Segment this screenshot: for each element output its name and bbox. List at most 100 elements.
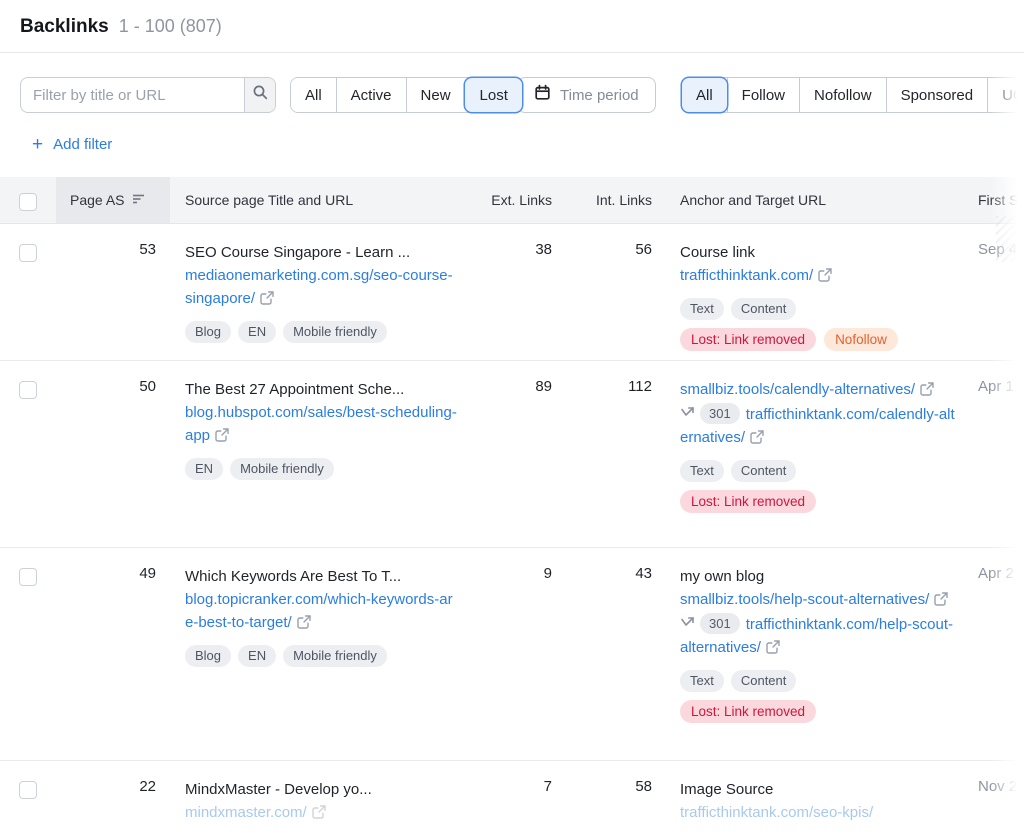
row-checkbox[interactable]: [19, 781, 37, 799]
int-links-value: 58: [565, 761, 665, 840]
status-tab-active[interactable]: Active: [336, 78, 406, 112]
nofollow-badge: Nofollow: [824, 328, 898, 351]
status-tab-all[interactable]: All: [291, 78, 336, 112]
int-links-value: 56: [565, 224, 665, 360]
target-url-link[interactable]: trafficthinktank.com/seo-kpis/: [680, 804, 873, 821]
tag: Blog: [185, 645, 231, 667]
status-tab-new[interactable]: New: [406, 78, 465, 112]
tag: Mobile friendly: [283, 645, 387, 667]
page-title: Backlinks: [20, 16, 109, 38]
target-url-link[interactable]: trafficthinktank.com/: [680, 267, 813, 284]
column-header-first-seen[interactable]: First Seen: [965, 177, 1024, 223]
first-seen-value: Apr 2: [965, 548, 1024, 760]
tag: Mobile friendly: [230, 458, 334, 480]
lost-badge: Lost: Link removed: [680, 328, 816, 351]
backlinks-report: Backlinks 1 - 100 (807) All Active New L…: [0, 0, 1024, 840]
tag: Blog: [185, 321, 231, 343]
redirect-code-badge: 301: [700, 403, 740, 424]
ext-links-value: 7: [470, 761, 565, 840]
first-seen-value: Apr 1: [965, 361, 1024, 547]
int-links-value: 43: [565, 548, 665, 760]
column-header-int-links[interactable]: Int. Links: [565, 177, 665, 223]
source-url-link[interactable]: mediaonemarketing.com.sg/seo-course-sing…: [185, 267, 453, 307]
add-filter-button[interactable]: + Add filter: [32, 135, 112, 154]
table-row: 53 SEO Course Singapore - Learn ... medi…: [0, 224, 1024, 361]
tag: Content: [731, 670, 797, 692]
column-header-source[interactable]: Source page Title and URL: [170, 177, 470, 223]
page-as-value: 50: [56, 361, 170, 547]
column-header-ext-links[interactable]: Ext. Links: [470, 177, 565, 223]
calendar-icon: [534, 84, 551, 106]
target-url-link[interactable]: smallbiz.tools/calendly-alternatives/: [680, 381, 915, 398]
anchor-text: Course link: [680, 241, 955, 264]
lost-badge: Lost: Link removed: [680, 490, 816, 513]
table-header-row: Page AS Source page Title and URL Ext. L…: [0, 177, 1024, 224]
search-icon: [252, 84, 269, 106]
link-tags: Text Content: [680, 460, 955, 482]
table-row: 22 MindxMaster - Develop yo... mindxmast…: [0, 761, 1024, 840]
tag: EN: [185, 458, 223, 480]
follow-tab-all[interactable]: All: [682, 78, 727, 112]
source-title: MindxMaster - Develop yo...: [185, 778, 460, 801]
first-seen-value: Nov 2: [965, 761, 1024, 840]
column-header-page-as[interactable]: Page AS: [56, 177, 170, 223]
external-link-icon[interactable]: [312, 803, 326, 826]
search-input[interactable]: [21, 78, 244, 112]
external-link-icon[interactable]: [750, 428, 764, 451]
table-row: 50 The Best 27 Appointment Sche... blog.…: [0, 361, 1024, 548]
source-url-link[interactable]: blog.topicranker.com/which-keywords-are-…: [185, 591, 453, 631]
external-link-icon[interactable]: [920, 380, 934, 403]
anchor-text: my own blog: [680, 565, 955, 588]
sort-icon: [132, 192, 145, 208]
external-link-icon[interactable]: [934, 590, 948, 613]
row-checkbox[interactable]: [19, 381, 37, 399]
tag: Content: [731, 298, 797, 320]
external-link-icon[interactable]: [297, 613, 311, 636]
redirect-icon: [680, 406, 695, 423]
page-as-value: 22: [56, 761, 170, 840]
time-period-button[interactable]: Time period: [517, 77, 656, 113]
row-checkbox[interactable]: [19, 568, 37, 586]
link-tags: Text Content: [680, 670, 955, 692]
external-link-icon[interactable]: [215, 426, 229, 449]
ext-links-value: 38: [470, 224, 565, 360]
column-header-anchor[interactable]: Anchor and Target URL: [665, 177, 965, 223]
status-segmented-control: All Active New Lost: [290, 77, 523, 113]
plus-icon: +: [32, 135, 43, 154]
tag: Text: [680, 298, 724, 320]
ext-links-value: 89: [470, 361, 565, 547]
first-seen-value: Sep 4: [965, 224, 1024, 360]
tag: Mobile friendly: [283, 321, 387, 343]
source-url-link[interactable]: mindxmaster.com/: [185, 804, 307, 821]
link-tags: Text Content: [680, 298, 955, 320]
add-filter-label: Add filter: [53, 136, 112, 153]
follow-tab-sponsored[interactable]: Sponsored: [886, 78, 988, 112]
status-tab-lost[interactable]: Lost: [465, 78, 522, 112]
tag: Text: [680, 460, 724, 482]
tag: Content: [731, 460, 797, 482]
follow-segmented-control: All Follow Nofollow Sponsored UGC: [681, 77, 1024, 113]
row-checkbox[interactable]: [19, 244, 37, 262]
result-range: 1 - 100 (807): [119, 16, 222, 37]
follow-tab-ugc[interactable]: UGC: [987, 78, 1024, 112]
page-as-value: 53: [56, 224, 170, 360]
redirect-code-badge: 301: [700, 613, 740, 634]
follow-tab-nofollow[interactable]: Nofollow: [799, 78, 886, 112]
source-tags: EN Mobile friendly: [185, 458, 460, 480]
follow-tab-follow[interactable]: Follow: [727, 78, 799, 112]
external-link-icon[interactable]: [766, 638, 780, 661]
table-row: 49 Which Keywords Are Best To T... blog.…: [0, 548, 1024, 761]
backlinks-table: Page AS Source page Title and URL Ext. L…: [0, 177, 1024, 840]
report-header: Backlinks 1 - 100 (807): [0, 0, 1024, 53]
external-link-icon[interactable]: [260, 289, 274, 312]
external-link-icon[interactable]: [818, 266, 832, 289]
target-url-link[interactable]: smallbiz.tools/help-scout-alternatives/: [680, 591, 929, 608]
redirect-icon: [680, 616, 695, 633]
source-title: Which Keywords Are Best To T...: [185, 565, 460, 588]
source-tags: Blog EN Mobile friendly: [185, 321, 460, 343]
title-url-filter: [20, 77, 276, 113]
source-title: The Best 27 Appointment Sche...: [185, 378, 460, 401]
select-all-checkbox[interactable]: [19, 193, 37, 211]
filter-toolbar: All Active New Lost Time period All Foll…: [0, 77, 1024, 113]
search-button[interactable]: [244, 78, 275, 112]
